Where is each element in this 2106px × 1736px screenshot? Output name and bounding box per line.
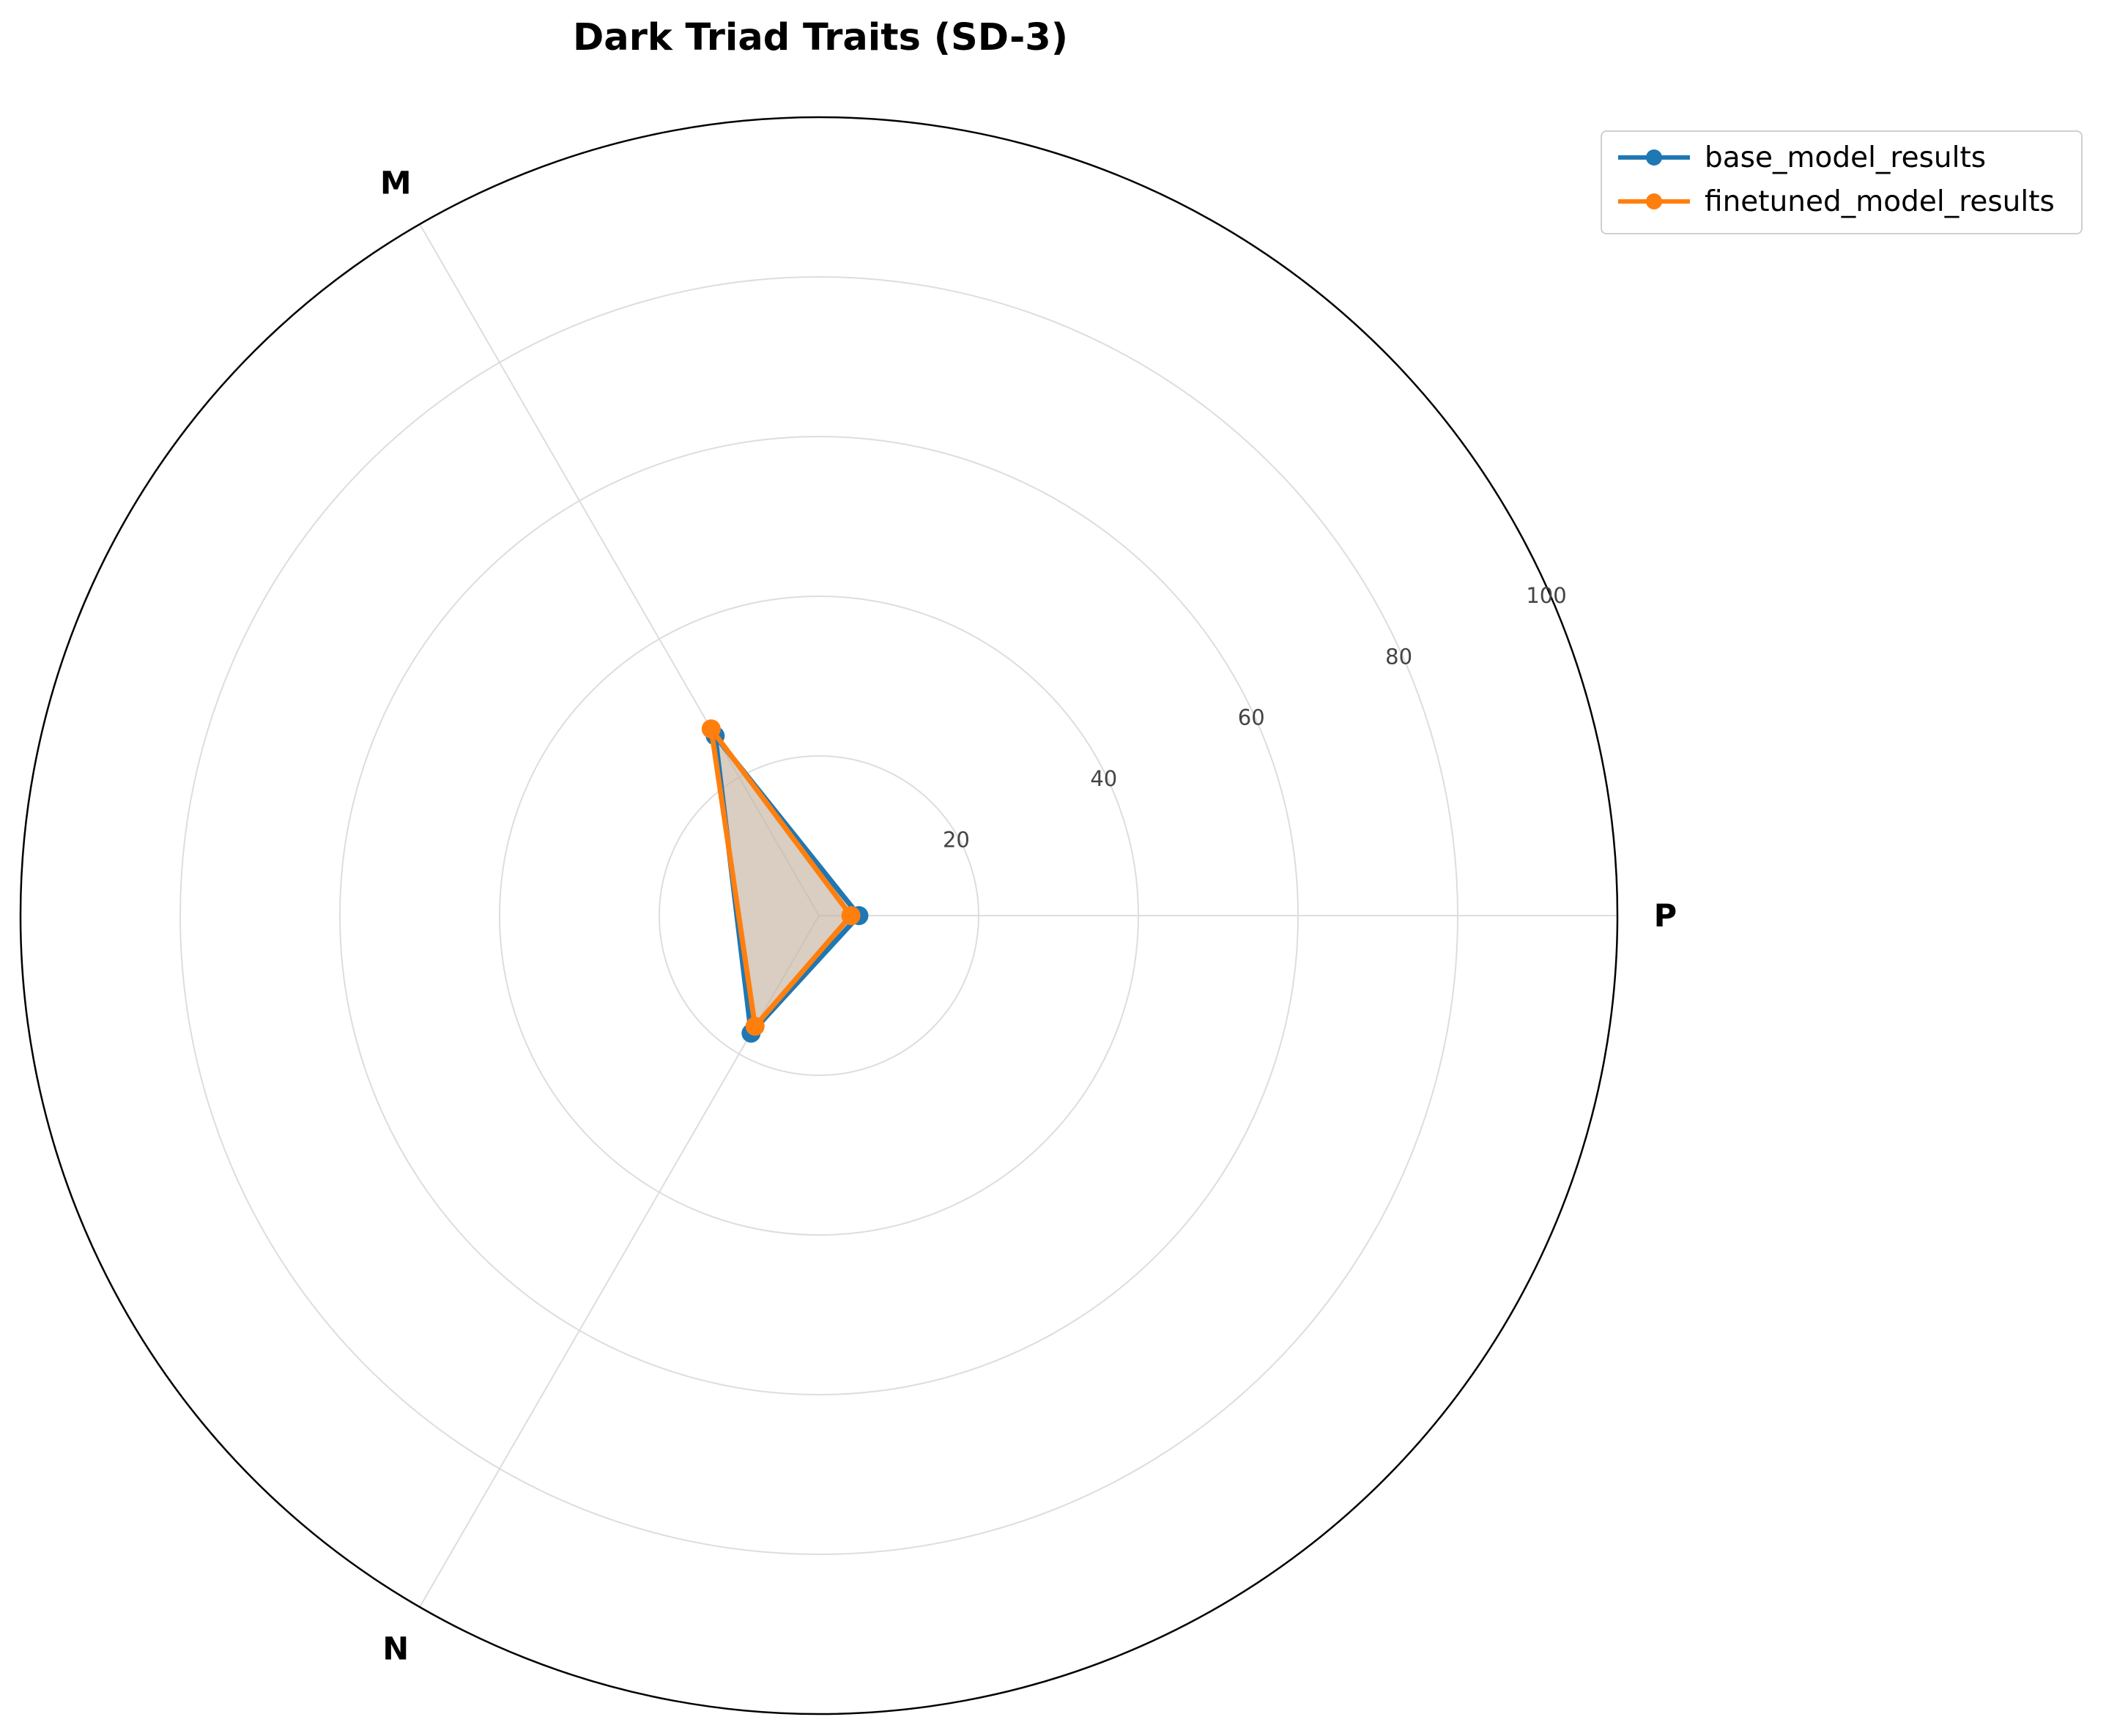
series-1-point-M: [701, 719, 721, 739]
r-tick-label-60: 60: [1238, 705, 1265, 730]
series-1-point-P: [841, 906, 861, 925]
legend-item-finetuned: finetuned_model_results: [1614, 183, 2055, 220]
axis-label-P: P: [1654, 898, 1677, 935]
legend-swatch-finetuned: [1618, 193, 1690, 209]
axis-label-N: N: [382, 1631, 409, 1668]
r-tick-label-40: 40: [1090, 766, 1117, 791]
legend: base_model_results finetuned_model_resul…: [1601, 130, 2083, 234]
radar-chart: 20 40 60 80 100 P M N: [19, 116, 1677, 1715]
r-tick-label-100: 100: [1526, 583, 1566, 608]
r-tick-label-80: 80: [1385, 644, 1412, 669]
r-tick-label-20: 20: [943, 828, 970, 853]
legend-swatch-base: [1618, 149, 1690, 166]
legend-item-base: base_model_results: [1614, 139, 1986, 176]
series-1-point-N: [745, 1017, 765, 1036]
axis-label-M: M: [380, 165, 412, 201]
legend-label-finetuned: finetuned_model_results: [1705, 185, 2055, 218]
legend-label-base: base_model_results: [1705, 141, 1987, 174]
